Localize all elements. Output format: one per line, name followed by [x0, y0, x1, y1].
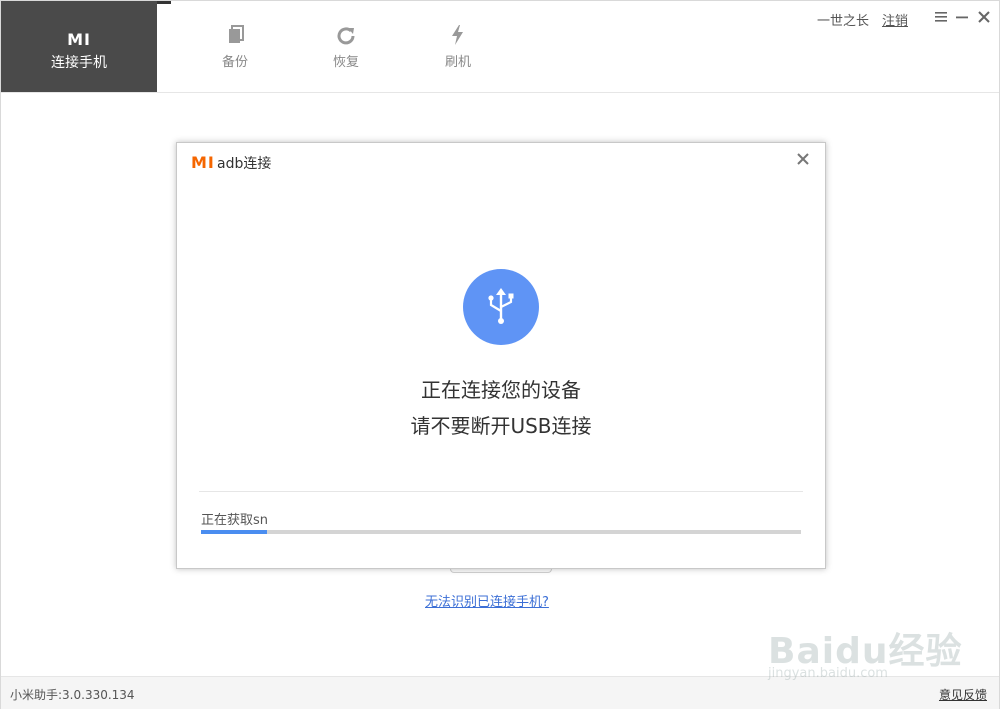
progress-bar-fill [201, 530, 267, 534]
usb-icon [488, 288, 514, 324]
flash-icon [452, 25, 463, 45]
adb-connect-dialog: MI adb连接 正在连接您的设备 请不要断开USB连接 正在获取sn [176, 142, 826, 569]
top-navigation-bar: MI 连接手机 备份 恢复 刷机 一世之长 注销 [1, 1, 999, 93]
connecting-message: 正在连接您的设备 [421, 378, 581, 402]
dialog-mi-logo: MI [191, 153, 215, 172]
close-icon[interactable] [976, 9, 992, 25]
close-icon[interactable] [795, 151, 811, 167]
watermark-url: jingyan.baidu.com [768, 666, 888, 681]
nav-backup[interactable]: 备份 [195, 1, 275, 92]
version-label: 小米助手:3.0.330.134 [10, 688, 135, 702]
nav-flash[interactable]: 刷机 [418, 1, 498, 92]
nav-connect-phone-label: 连接手机 [51, 55, 107, 71]
mi-logo: MI [67, 30, 91, 49]
baidu-jingyan-watermark: Baidu经验 jingyan.baidu.com [758, 600, 988, 690]
restore-icon [337, 27, 355, 45]
logout-link[interactable]: 注销 [882, 10, 908, 29]
menu-icon[interactable] [933, 9, 949, 25]
nav-backup-label: 备份 [221, 55, 248, 70]
backup-icon [229, 25, 244, 43]
nav-flash-label: 刷机 [444, 55, 471, 70]
nav-connect-phone[interactable]: MI 连接手机 [1, 1, 157, 92]
progress-status-text: 正在获取sn [201, 513, 269, 528]
minimize-icon[interactable] [954, 9, 970, 25]
nav-restore[interactable]: 恢复 [306, 1, 386, 92]
dialog-title: adb连接 [217, 156, 272, 172]
cannot-identify-phone-link[interactable]: 无法识别已连接手机? [425, 591, 549, 610]
username: 一世之长 [816, 14, 869, 29]
do-not-disconnect-message: 请不要断开USB连接 [410, 414, 592, 438]
nav-restore-label: 恢复 [332, 55, 359, 70]
dialog-divider [199, 491, 803, 492]
usb-status-badge [463, 269, 539, 345]
progress-bar [201, 530, 801, 534]
